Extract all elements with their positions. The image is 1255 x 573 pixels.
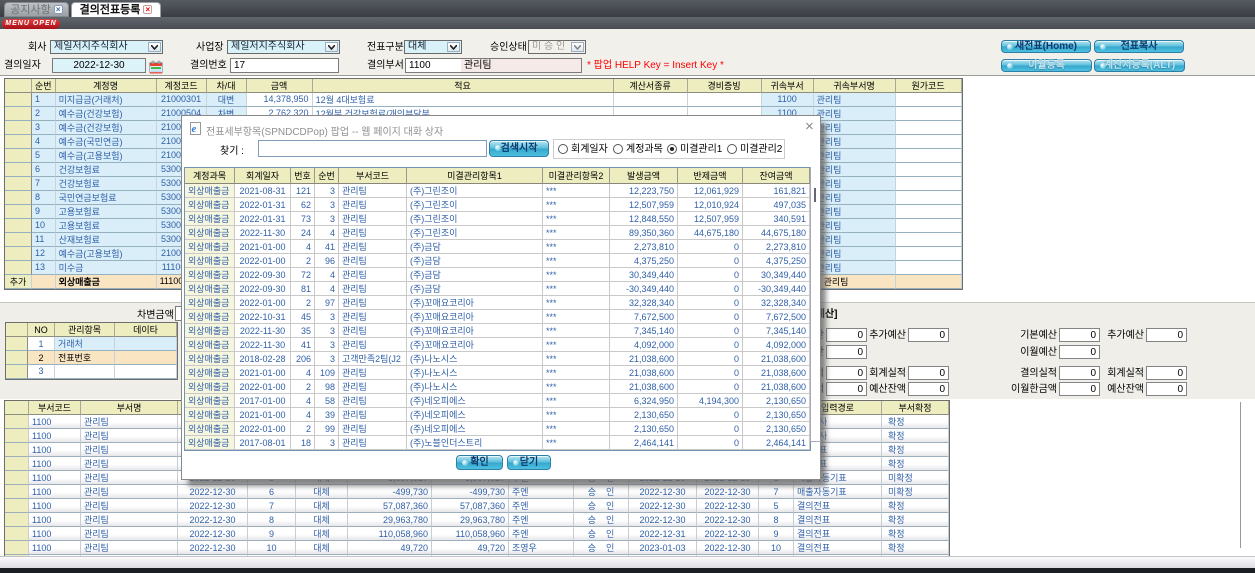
svg-text:e: e bbox=[192, 123, 197, 135]
